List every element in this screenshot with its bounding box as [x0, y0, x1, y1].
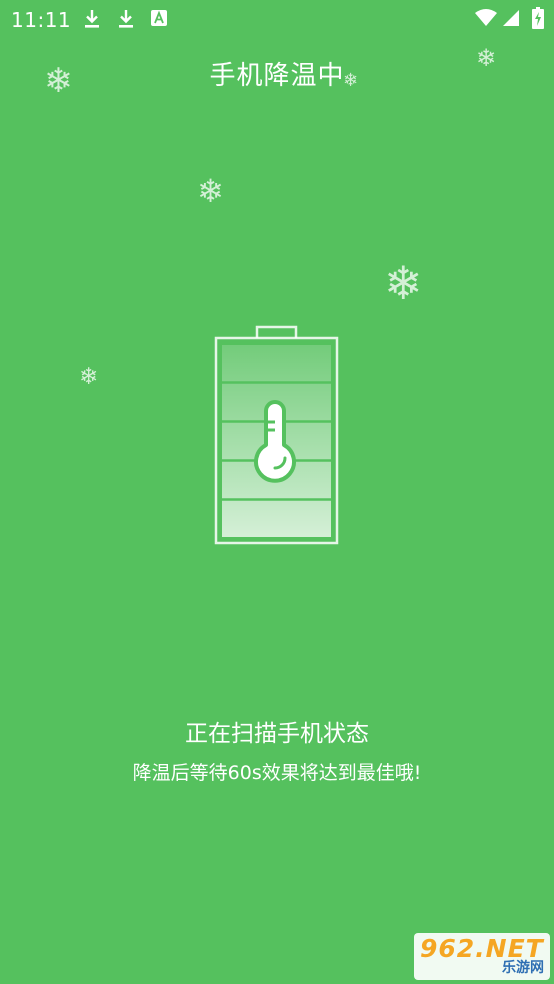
- battery-charging-icon: [532, 7, 544, 29]
- snowflake-icon: ❄: [44, 61, 73, 101]
- page-title: 手机降温中: [209, 61, 345, 91]
- snowflake-icon: ❄: [476, 44, 497, 72]
- signal-icon: [503, 10, 519, 26]
- a-notification-icon: [151, 10, 167, 26]
- status-time: 11:11: [11, 8, 72, 32]
- snowflake-icon: ❄: [79, 364, 99, 390]
- download-icon: [119, 10, 133, 28]
- snowflake-icon: ❄: [384, 256, 423, 310]
- site-watermark: 962.NET 乐游网: [414, 933, 550, 980]
- status-bar: 11:11: [0, 0, 554, 38]
- snowflake-icon: ❄: [197, 172, 224, 210]
- scan-status-text: 正在扫描手机状态: [185, 721, 369, 747]
- cooling-hint-text: 降温后等待60s效果将达到最佳哦!: [132, 762, 422, 784]
- wifi-icon: [475, 9, 497, 26]
- battery-cooling-graphic: [214, 325, 339, 545]
- watermark-subtitle: 乐游网: [502, 960, 544, 976]
- snowflake-icon: ❄: [343, 70, 359, 91]
- download-icon: [85, 10, 99, 28]
